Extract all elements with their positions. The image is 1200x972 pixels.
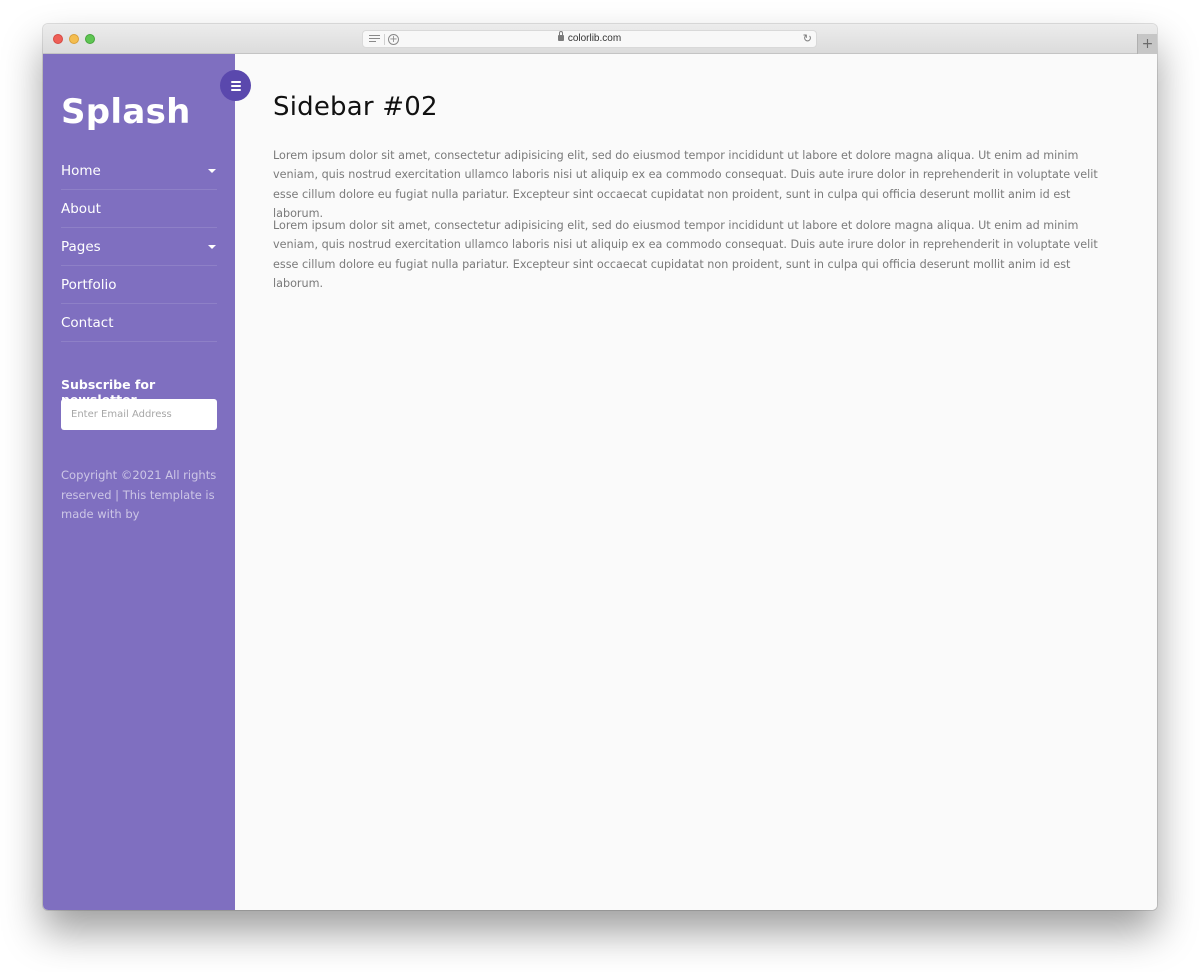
sidebar-item-home[interactable]: Home [61, 152, 217, 190]
sidebar-toggle-button[interactable] [220, 70, 251, 101]
menu-icon-bar [230, 88, 241, 91]
sidebar-item-label: About [61, 201, 101, 217]
menu-icon-bar [230, 80, 241, 83]
sidebar-item-label: Pages [61, 239, 101, 255]
lock-icon [557, 31, 564, 41]
url-display[interactable]: colorlib.com [363, 31, 816, 44]
paragraph: Lorem ipsum dolor sit amet, consectetur … [273, 219, 1098, 290]
copyright-text: Copyright ©2021 All rights reserved | Th… [61, 468, 217, 521]
address-bar[interactable]: + colorlib.com ↻ [362, 30, 817, 48]
main-content: Sidebar #02 Lorem ipsum dolor sit amet, … [235, 54, 1157, 910]
reload-icon[interactable]: ↻ [803, 32, 812, 45]
plus-icon: + [1141, 36, 1154, 52]
close-window-button[interactable] [53, 34, 63, 44]
menu-icon-bar [230, 84, 241, 87]
caret-down-icon [208, 245, 216, 249]
sidebar-item-label: Portfolio [61, 277, 117, 293]
browser-window: + colorlib.com ↻ + Splash Home About Pag… [43, 24, 1157, 910]
sidebar-item-pages[interactable]: Pages [61, 228, 217, 266]
caret-down-icon [208, 169, 216, 173]
page: Splash Home About Pages Portfolio Contac… [43, 54, 1157, 910]
page-title: Sidebar #02 [273, 92, 438, 122]
newsletter-email-input[interactable] [61, 399, 217, 430]
sidebar-item-label: Home [61, 163, 101, 179]
sidebar: Splash Home About Pages Portfolio Contac… [43, 54, 251, 910]
sidebar-item-about[interactable]: About [61, 190, 217, 228]
new-tab-button[interactable]: + [1137, 34, 1157, 54]
sidebar-item-contact[interactable]: Contact [61, 304, 217, 342]
browser-titlebar: + colorlib.com ↻ + [43, 24, 1157, 54]
minimize-window-button[interactable] [69, 34, 79, 44]
maximize-window-button[interactable] [85, 34, 95, 44]
logo[interactable]: Splash [61, 92, 191, 132]
url-text: colorlib.com [567, 33, 622, 44]
sidebar-item-label: Contact [61, 315, 114, 331]
sidebar-item-portfolio[interactable]: Portfolio [61, 266, 217, 304]
paragraph: Lorem ipsum dolor sit amet, consectetur … [273, 149, 1098, 220]
sidebar-nav: Home About Pages Portfolio Contact [61, 152, 217, 342]
